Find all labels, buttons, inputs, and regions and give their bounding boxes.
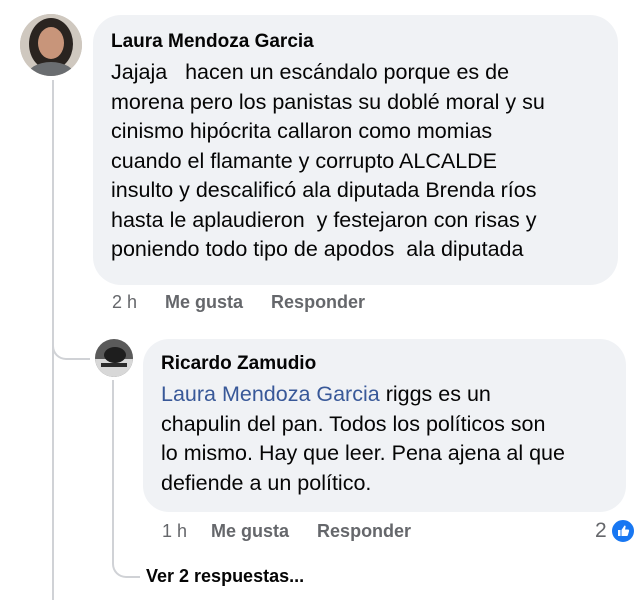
comment-actions: 2 h Me gusta Responder xyxy=(112,292,365,313)
reply-line-rest: riggs es un xyxy=(379,382,491,406)
comment-text: Jajaja hacen un escándalo porque es de m… xyxy=(111,58,618,265)
reply-line: lo mismo. Hay que leer. Pena ajena al qu… xyxy=(161,441,565,465)
reply-author[interactable]: Ricardo Zamudio xyxy=(161,353,626,375)
reaction-summary[interactable]: 2 xyxy=(595,518,636,544)
comment-line: hasta le aplaudieron y festejaron con ri… xyxy=(111,207,537,232)
comment-line: cuando el flamante y corrupto ALCALDE xyxy=(111,148,498,173)
avatar-photo xyxy=(95,339,133,377)
reply-timestamp[interactable]: 1 h xyxy=(162,521,187,542)
mention-link[interactable]: Laura Mendoza Garcia xyxy=(161,382,380,406)
reply-actions: 1 h Me gusta Responder xyxy=(162,521,411,542)
comment-bubble: Laura Mendoza Garcia Jajaja hacen un esc… xyxy=(93,15,618,285)
thread-line-reply xyxy=(112,380,114,560)
comment-line: cinismo hipócrita callaron como momias xyxy=(111,119,493,143)
reply-line: Laura Mendoza Garcia riggs es un xyxy=(161,380,626,410)
thread-line-see-replies-branch xyxy=(112,556,140,578)
see-more-replies-link[interactable]: Ver 2 respuestas... xyxy=(146,566,304,587)
reply-reply-button[interactable]: Responder xyxy=(317,521,411,542)
like-reaction-icon xyxy=(609,518,636,544)
reply-like-button[interactable]: Me gusta xyxy=(211,521,289,542)
comment-timestamp[interactable]: 2 h xyxy=(112,292,137,313)
reply-button[interactable]: Responder xyxy=(271,292,365,313)
reply-text: Laura Mendoza Garcia riggs es un chapuli… xyxy=(161,380,626,498)
like-button[interactable]: Me gusta xyxy=(165,292,243,313)
comment-line: insulto y descalificó ala diputada Brend… xyxy=(111,178,537,202)
reply-line: chapulin del pan. Todos los políticos so… xyxy=(161,411,546,436)
comment-line: morena pero los panistas su doblé moral … xyxy=(111,89,545,114)
avatar-photo xyxy=(20,14,82,76)
reaction-count: 2 xyxy=(595,519,607,542)
avatar-ricardo[interactable] xyxy=(95,339,133,377)
comment-author[interactable]: Laura Mendoza Garcia xyxy=(111,31,618,53)
reply-line: defiende a un político. xyxy=(161,470,372,495)
avatar-laura[interactable] xyxy=(20,14,82,76)
thread-line-branch xyxy=(52,340,90,360)
comment-line: Jajaja hacen un escándalo porque es de xyxy=(111,60,510,84)
comment-line: poniendo todo tipo de apodos ala diputad… xyxy=(111,237,524,261)
reply-bubble: Ricardo Zamudio Laura Mendoza Garcia rig… xyxy=(143,339,626,512)
